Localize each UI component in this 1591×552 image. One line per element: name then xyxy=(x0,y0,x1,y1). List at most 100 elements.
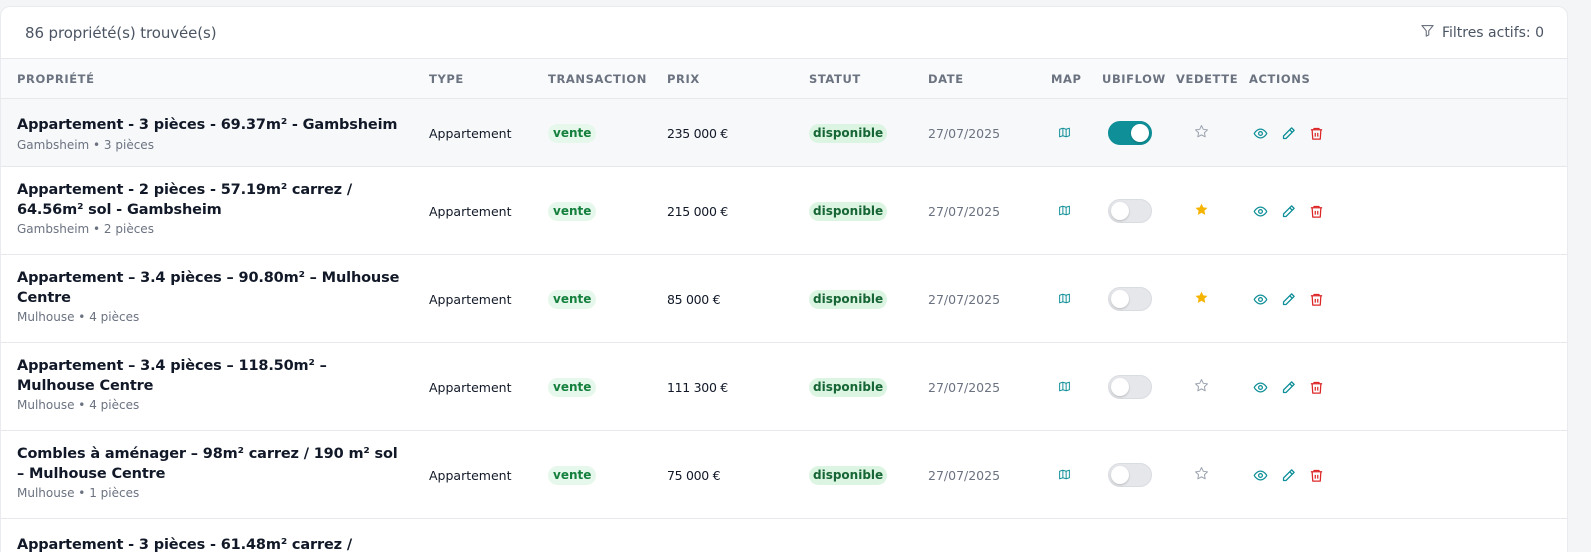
edit-icon[interactable] xyxy=(1281,468,1296,483)
row-actions xyxy=(1253,126,1324,141)
status-badge: disponible xyxy=(809,377,888,397)
map-icon[interactable] xyxy=(1058,290,1071,309)
property-title[interactable]: Appartement – 3.4 pièces – 118.50m² – Mu… xyxy=(17,357,407,396)
active-filters-label: Filtres actifs: 0 xyxy=(1441,24,1544,41)
property-type: Appartement xyxy=(429,203,512,219)
property-subtitle: Gambsheim • 2 pièces xyxy=(17,222,154,236)
column-header-property[interactable]: PROPRIÉTÉ xyxy=(17,59,95,99)
property-date: 27/07/2025 xyxy=(928,379,1001,395)
property-title[interactable]: Appartement - 3 pièces - 61.48m² carrez … xyxy=(17,536,407,552)
column-header-map: MAP xyxy=(1051,72,1082,86)
star-outline-icon[interactable] xyxy=(1194,124,1209,143)
column-header-status[interactable]: STATUT xyxy=(809,59,861,99)
active-filters-button[interactable]: Filtres actifs: 0 xyxy=(1420,23,1544,42)
toggle-knob xyxy=(1111,202,1129,220)
property-price: 235 000 € xyxy=(667,125,728,141)
eye-icon[interactable] xyxy=(1253,204,1268,219)
trash-icon[interactable] xyxy=(1309,292,1324,307)
eye-icon[interactable] xyxy=(1253,126,1268,141)
property-date: 27/07/2025 xyxy=(928,125,1001,141)
property-cell[interactable]: Appartement - 3 pièces - 69.37m² - Gambs… xyxy=(17,116,407,154)
table-row[interactable]: Combles à aménager – 98m² carrez / 190 m… xyxy=(1,431,1567,519)
map-icon[interactable] xyxy=(1058,378,1071,397)
edit-icon[interactable] xyxy=(1281,204,1296,219)
ubiflow-toggle[interactable] xyxy=(1108,199,1152,223)
eye-icon[interactable] xyxy=(1253,468,1268,483)
map-icon[interactable] xyxy=(1058,466,1071,485)
property-date: 27/07/2025 xyxy=(928,467,1001,483)
property-cell[interactable]: Appartement – 3.4 pièces – 118.50m² – Mu… xyxy=(17,357,407,414)
row-actions xyxy=(1253,468,1324,483)
property-cell[interactable]: Appartement - 2 pièces - 57.19m² carrez … xyxy=(17,181,407,238)
property-cell[interactable]: Appartement – 3.4 pièces – 90.80m² – Mul… xyxy=(17,269,407,326)
transaction-badge: vente xyxy=(548,465,597,485)
status-badge: disponible xyxy=(809,201,888,221)
star-filled-icon[interactable] xyxy=(1194,202,1209,221)
property-date: 27/07/2025 xyxy=(928,203,1001,219)
table-body: Appartement - 3 pièces - 69.37m² - Gambs… xyxy=(1,99,1567,552)
filter-icon xyxy=(1420,23,1435,42)
property-title[interactable]: Appartement – 3.4 pièces – 90.80m² – Mul… xyxy=(17,269,407,308)
trash-icon[interactable] xyxy=(1309,204,1324,219)
row-actions xyxy=(1253,292,1324,307)
column-header-featured: VEDETTE xyxy=(1176,72,1239,86)
table-row[interactable]: Appartement – 3.4 pièces – 90.80m² – Mul… xyxy=(1,255,1567,343)
edit-icon[interactable] xyxy=(1281,380,1296,395)
trash-icon[interactable] xyxy=(1309,126,1324,141)
star-outline-icon[interactable] xyxy=(1194,466,1209,485)
map-icon[interactable] xyxy=(1058,202,1071,221)
property-date: 27/07/2025 xyxy=(928,291,1001,307)
column-header-price[interactable]: PRIX xyxy=(667,59,700,99)
transaction-badge: vente xyxy=(548,289,597,309)
property-price: 85 000 € xyxy=(667,291,721,307)
edit-icon[interactable] xyxy=(1281,292,1296,307)
edit-icon[interactable] xyxy=(1281,126,1296,141)
property-cell[interactable]: Appartement - 3 pièces - 61.48m² carrez … xyxy=(17,536,407,552)
ubiflow-toggle[interactable] xyxy=(1108,121,1152,145)
property-subtitle: Gambsheim • 3 pièces xyxy=(17,137,154,152)
property-type: Appartement xyxy=(429,379,512,395)
properties-panel: 86 propriété(s) trouvée(s) Filtres actif… xyxy=(0,6,1568,552)
transaction-badge: vente xyxy=(548,201,597,221)
results-count: 86 propriété(s) trouvée(s) xyxy=(25,23,217,42)
table-row[interactable]: Appartement - 3 pièces - 69.37m² - Gambs… xyxy=(1,99,1567,167)
trash-icon[interactable] xyxy=(1309,468,1324,483)
property-cell[interactable]: Combles à aménager – 98m² carrez / 190 m… xyxy=(17,445,407,502)
property-type: Appartement xyxy=(429,467,512,483)
status-badge: disponible xyxy=(809,465,888,485)
toggle-knob xyxy=(1111,466,1129,484)
property-price: 75 000 € xyxy=(667,467,721,483)
eye-icon[interactable] xyxy=(1253,292,1268,307)
property-price: 215 000 € xyxy=(667,203,728,219)
property-type: Appartement xyxy=(429,291,512,307)
row-actions xyxy=(1253,204,1324,219)
ubiflow-toggle[interactable] xyxy=(1108,463,1152,487)
property-title[interactable]: Appartement - 3 pièces - 69.37m² - Gambs… xyxy=(17,116,407,136)
toggle-knob xyxy=(1111,378,1129,396)
column-header-ubiflow: UBIFLOW xyxy=(1102,72,1166,86)
column-header-actions: ACTIONS xyxy=(1249,72,1311,86)
property-type: Appartement xyxy=(429,125,512,141)
table-row[interactable]: Appartement - 2 pièces - 57.19m² carrez … xyxy=(1,167,1567,255)
transaction-badge: vente xyxy=(548,377,597,397)
column-header-type[interactable]: TYPE xyxy=(429,59,464,99)
toggle-knob xyxy=(1131,124,1149,142)
ubiflow-toggle[interactable] xyxy=(1108,287,1152,311)
property-title[interactable]: Combles à aménager – 98m² carrez / 190 m… xyxy=(17,445,407,484)
star-filled-icon[interactable] xyxy=(1194,290,1209,309)
trash-icon[interactable] xyxy=(1309,380,1324,395)
table-row[interactable]: Appartement – 3.4 pièces – 118.50m² – Mu… xyxy=(1,343,1567,431)
column-header-date[interactable]: DATE xyxy=(928,59,964,99)
property-title[interactable]: Appartement - 2 pièces - 57.19m² carrez … xyxy=(17,181,407,220)
column-header-transaction[interactable]: TRANSACTION xyxy=(548,59,647,99)
results-header: 86 propriété(s) trouvée(s) Filtres actif… xyxy=(1,7,1567,59)
star-outline-icon[interactable] xyxy=(1194,378,1209,397)
table-header: PROPRIÉTÉ TYPE TRANSACTION PRIX STATUT D… xyxy=(1,59,1567,99)
map-icon[interactable] xyxy=(1058,124,1071,143)
eye-icon[interactable] xyxy=(1253,380,1268,395)
property-subtitle: Mulhouse • 4 pièces xyxy=(17,310,140,324)
toggle-knob xyxy=(1111,290,1129,308)
property-price: 111 300 € xyxy=(667,379,728,395)
table-row[interactable]: Appartement - 3 pièces - 61.48m² carrez … xyxy=(1,519,1567,552)
ubiflow-toggle[interactable] xyxy=(1108,375,1152,399)
